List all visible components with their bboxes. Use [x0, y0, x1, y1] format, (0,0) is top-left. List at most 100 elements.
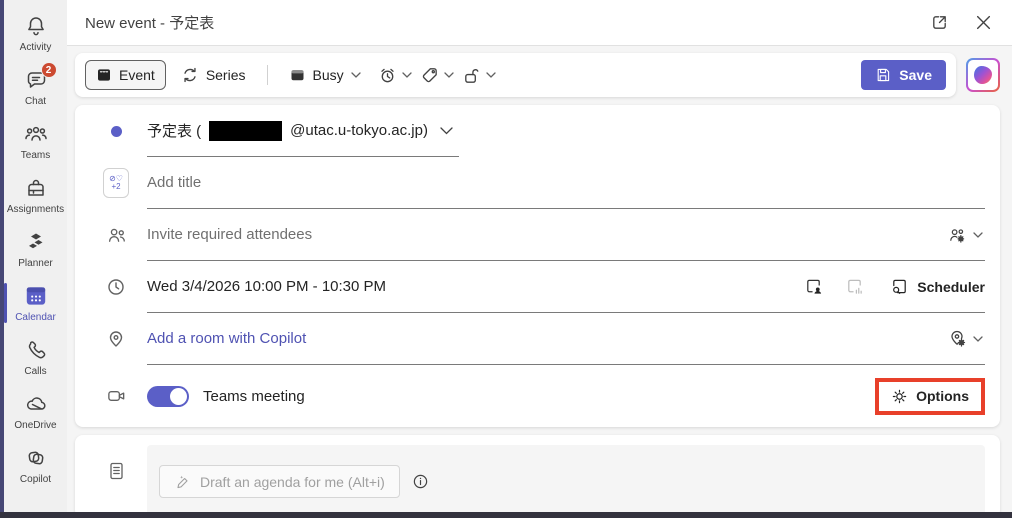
teams-meeting-toggle[interactable] — [147, 386, 189, 407]
add-room-copilot-link[interactable]: Add a room with Copilot — [147, 330, 306, 347]
title-placeholder: Add title — [147, 174, 201, 191]
gear-icon — [891, 388, 908, 405]
event-emoji-picker-button[interactable]: ⊘♡+2 — [103, 168, 129, 198]
calendar-select[interactable]: 予定表 ( @utac.u-tokyo.ac.jp) — [147, 105, 459, 157]
sidebar-item-label: Planner — [18, 258, 52, 269]
attendees-placeholder: Invite required attendees — [147, 226, 312, 243]
sidebar-item-activity[interactable]: Activity — [4, 6, 67, 60]
event-tab-label: Event — [119, 67, 155, 83]
cloud-icon — [23, 391, 49, 417]
agenda-editor[interactable]: Draft an agenda for me (Alt+i) — [147, 445, 985, 518]
new-event-dialog: New event - 予定表 — [67, 0, 1012, 518]
suggested-times-icon[interactable] — [796, 277, 831, 296]
draft-agenda-label: Draft an agenda for me (Alt+i) — [200, 474, 385, 490]
calendar-name-suffix: @utac.u-tokyo.ac.jp) — [290, 122, 428, 139]
sidebar-item-label: OneDrive — [14, 420, 56, 431]
chevron-down-icon — [402, 72, 412, 78]
location-icon — [103, 329, 129, 349]
alarm-clock-icon — [378, 66, 397, 85]
chevron-down-icon — [444, 72, 454, 78]
sidebar-item-label: Chat — [25, 96, 46, 107]
datetime-value: Wed 3/4/2026 10:00 PM - 10:30 PM — [147, 278, 386, 295]
meeting-options-button[interactable]: Options — [891, 388, 969, 405]
sidebar-item-assignments[interactable]: Assignments — [4, 168, 67, 222]
sidebar-item-calendar[interactable]: Calendar — [4, 276, 67, 330]
room-row: Add a room with Copilot — [75, 313, 1000, 365]
sidebar-item-planner[interactable]: Planner — [4, 222, 67, 276]
chevron-down-icon — [486, 72, 496, 78]
copilot-button[interactable] — [966, 58, 1000, 92]
calendar-color-dot — [103, 126, 129, 137]
attendees-input[interactable]: Invite required attendees — [147, 209, 985, 261]
draft-agenda-button[interactable]: Draft an agenda for me (Alt+i) — [159, 465, 400, 498]
teams-window: Activity 2 Chat T — [0, 0, 1012, 518]
sidebar-item-label: Activity — [20, 42, 52, 53]
sidebar-item-teams[interactable]: Teams — [4, 114, 67, 168]
availability-chart-icon — [837, 277, 872, 296]
chevron-down-icon — [973, 232, 983, 238]
close-icon[interactable] — [975, 14, 992, 31]
dialog-titlebar: New event - 予定表 — [67, 0, 1012, 46]
sidebar-item-label: Calendar — [15, 312, 56, 323]
chevron-down-icon — [440, 127, 453, 135]
series-tab-button[interactable]: Series — [170, 59, 257, 91]
bell-icon — [24, 13, 48, 39]
teams-people-icon — [23, 121, 49, 147]
notes-card: Draft an agenda for me (Alt+i) — [75, 435, 1000, 518]
title-row: ⊘♡+2 Add title — [75, 157, 1000, 209]
redacted-email — [209, 121, 282, 141]
sidebar-item-calls[interactable]: Calls — [4, 330, 67, 384]
backpack-icon — [24, 175, 48, 201]
save-label: Save — [899, 67, 932, 83]
attendee-options-dropdown[interactable] — [945, 222, 985, 248]
event-tab-button[interactable]: Event — [85, 60, 166, 90]
popout-icon[interactable] — [930, 13, 949, 32]
sidebar-item-label: Copilot — [20, 474, 51, 485]
chat-icon: 2 — [24, 67, 48, 93]
chevron-down-icon — [351, 72, 361, 78]
sidebar-item-label: Calls — [24, 366, 46, 377]
sidebar-item-copilot[interactable]: Copilot — [4, 438, 67, 492]
toolbar-card: Event Series — [75, 53, 956, 97]
location-options-dropdown[interactable] — [946, 325, 985, 352]
floppy-disk-icon — [875, 67, 891, 83]
notes-icon — [103, 461, 129, 481]
calendar-name-prefix: 予定表 ( — [147, 120, 201, 141]
copilot-icon — [24, 445, 48, 471]
titlebar-actions — [930, 13, 992, 32]
sidebar-item-onedrive[interactable]: OneDrive — [4, 384, 67, 438]
toolbar-divider — [267, 65, 268, 85]
busy-status-icon — [289, 67, 306, 83]
planner-icon — [24, 229, 48, 255]
scheduler-icon — [890, 277, 909, 296]
busy-label: Busy — [313, 67, 344, 83]
info-icon[interactable] — [412, 473, 429, 490]
sidebar-item-chat[interactable]: 2 Chat — [4, 60, 67, 114]
video-camera-icon — [103, 387, 129, 405]
teams-meeting-label: Teams meeting — [203, 388, 305, 405]
sidebar-item-label: Assignments — [7, 204, 64, 215]
event-form-card: 予定表 ( @utac.u-tokyo.ac.jp) ⊘♡+2 — [75, 105, 1000, 427]
sparkle-pen-icon — [174, 473, 191, 490]
lock-open-icon — [462, 66, 481, 85]
event-calendar-icon — [96, 67, 112, 83]
tag-icon — [420, 66, 439, 85]
attendees-row: Invite required attendees — [75, 209, 1000, 261]
category-tag-dropdown[interactable] — [418, 62, 456, 89]
show-as-busy-dropdown[interactable]: Busy — [278, 60, 372, 90]
datetime-field[interactable]: Wed 3/4/2026 10:00 PM - 10:30 PM — [147, 261, 985, 313]
location-settings-icon — [948, 329, 968, 348]
copilot-logo-icon — [968, 60, 998, 90]
series-tab-label: Series — [206, 67, 246, 83]
teams-meeting-row: Teams meeting — [75, 365, 1000, 427]
save-button[interactable]: Save — [861, 60, 946, 90]
title-input[interactable]: Add title — [147, 157, 985, 209]
people-settings-icon — [947, 226, 968, 244]
privacy-lock-dropdown[interactable] — [460, 62, 498, 89]
room-field[interactable]: Add a room with Copilot — [147, 313, 985, 365]
scheduler-button[interactable]: Scheduler — [890, 277, 985, 296]
chevron-down-icon — [973, 336, 983, 342]
phone-icon — [24, 337, 48, 363]
reminder-dropdown[interactable] — [376, 62, 414, 89]
app-sidebar: Activity 2 Chat T — [4, 0, 67, 518]
